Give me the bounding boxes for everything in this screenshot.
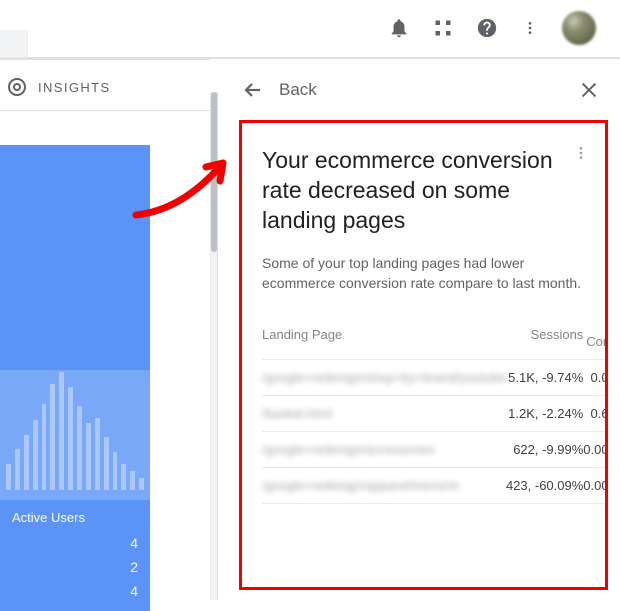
scrollbar-thumb[interactable] <box>211 92 217 252</box>
bar <box>86 423 91 490</box>
bar <box>95 418 100 490</box>
insight-card: Your ecommerce conversion rate decreased… <box>239 120 608 590</box>
tab-insights[interactable]: INSIGHTS <box>0 60 210 111</box>
table-row: /basket.html1.2K, -2.24%0.65%, -25.61% <box>262 396 608 432</box>
insights-icon <box>8 78 26 96</box>
bar <box>15 449 20 490</box>
bar <box>104 437 109 490</box>
card-menu-button[interactable] <box>573 145 589 166</box>
active-users-value: 2 <box>12 555 138 579</box>
bar <box>42 404 47 490</box>
cell-sessions: 1.2K, -2.24% <box>506 396 583 432</box>
cell-sessions: 423, -60.09% <box>506 468 583 504</box>
bar <box>77 406 82 490</box>
bar <box>68 387 73 490</box>
topbar <box>0 0 620 56</box>
kebab-icon[interactable] <box>522 17 538 39</box>
back-label: Back <box>279 80 578 100</box>
bar <box>59 372 64 490</box>
bar <box>139 478 144 490</box>
active-users-value: 4 <box>12 579 138 603</box>
avatar[interactable] <box>562 11 596 45</box>
bar <box>50 384 55 490</box>
cell-rate: 0.00%, -100.00% <box>583 432 608 468</box>
cell-landing-page: /google+redesign/apparel/mens/m <box>262 468 506 504</box>
cell-rate: 0.65%, -25.61% <box>583 396 608 432</box>
bars-chart <box>0 370 150 500</box>
bar <box>130 471 135 490</box>
cell-landing-page: /google+redesign/accessories <box>262 432 506 468</box>
cell-landing-page: /google+redesign/shop+by+brand/youtube <box>262 360 506 396</box>
apps-icon[interactable] <box>434 19 452 37</box>
insight-table: Landing Page Sessions Ecommerce Conversi… <box>262 311 608 504</box>
col-landing-page: Landing Page <box>262 311 506 360</box>
bell-icon[interactable] <box>388 17 410 39</box>
panel-header: Back <box>233 68 616 120</box>
back-button[interactable] <box>241 78 265 102</box>
table-row: /google+redesign/shop+by+brand/youtube5.… <box>262 360 608 396</box>
table-row: /google+redesign/accessories622, -9.99%0… <box>262 432 608 468</box>
bar <box>121 464 126 490</box>
active-users-value: 4 <box>12 531 138 555</box>
table-row: /google+redesign/apparel/mens/m423, -60.… <box>262 468 608 504</box>
bar <box>33 420 38 490</box>
col-sessions: Sessions <box>506 311 583 360</box>
active-users-label: Active Users <box>12 510 138 525</box>
insight-description: Some of your top landing pages had lower… <box>262 253 585 293</box>
cell-rate: 0.00%, -100.00% <box>583 468 608 504</box>
cell-sessions: 622, -9.99% <box>506 432 583 468</box>
active-users-block: Active Users 4 2 4 <box>0 500 150 611</box>
cell-sessions: 5.1K, -9.74% <box>506 360 583 396</box>
chart-block <box>0 145 150 370</box>
help-icon[interactable] <box>476 17 498 39</box>
bar <box>6 464 11 490</box>
bar <box>113 452 118 490</box>
close-button[interactable] <box>578 79 600 101</box>
tab-label: INSIGHTS <box>38 80 111 95</box>
cell-landing-page: /basket.html <box>262 396 506 432</box>
bar <box>24 435 29 490</box>
col-rate: Ecommerce Conversion Rate <box>583 311 608 360</box>
insight-title: Your ecommerce conversion rate decreased… <box>262 145 585 235</box>
cell-rate: 0.06%, -52.52% <box>583 360 608 396</box>
insight-panel: Back Your ecommerce conversion rate decr… <box>233 68 616 600</box>
scrollbar-track <box>210 92 218 600</box>
